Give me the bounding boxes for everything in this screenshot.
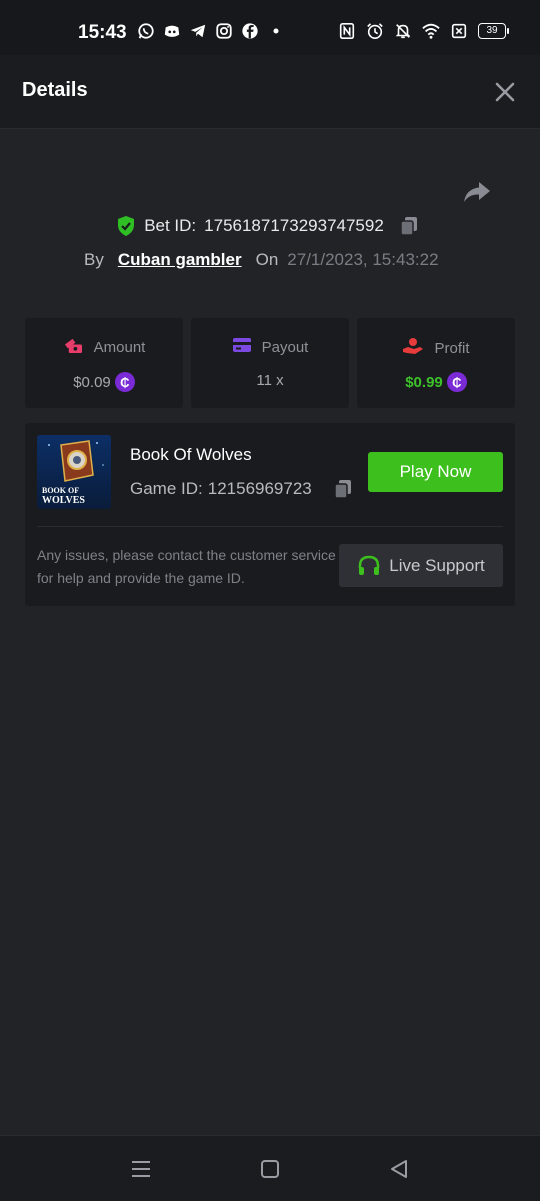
page-title: Details	[22, 79, 88, 101]
status-bar: 15:43 39	[0, 0, 540, 55]
game-thumbnail[interactable]: BOOK OF WOLVES	[37, 435, 111, 509]
notification-icons	[137, 22, 285, 40]
payout-label: Payout	[261, 338, 309, 356]
copy-bet-id-icon[interactable]	[398, 215, 420, 237]
amount-icon	[63, 337, 84, 358]
live-support-button[interactable]: Live Support	[339, 544, 503, 587]
game-id-value: 12156969723	[207, 479, 312, 498]
by-label: By	[84, 250, 104, 269]
payout-card: Payout 11 x	[191, 318, 349, 408]
close-icon[interactable]	[494, 81, 516, 103]
nfc-icon	[338, 22, 356, 40]
facebook-icon	[241, 22, 259, 40]
payout-value: 11 x	[256, 372, 284, 389]
whatsapp-icon	[137, 22, 155, 40]
details-header: Details	[0, 55, 540, 129]
on-label: On	[255, 250, 279, 269]
user-link[interactable]: Cuban gambler	[118, 250, 242, 270]
shield-check-icon	[116, 215, 136, 237]
home-icon[interactable]	[259, 1158, 281, 1180]
thumb-title-line1: BOOK OF	[42, 486, 79, 495]
system-icons: 39	[338, 22, 509, 40]
discord-icon	[163, 22, 181, 40]
profit-card: Profit $0.99 ₵	[357, 318, 515, 408]
game-name: Book Of Wolves	[130, 445, 252, 464]
profit-label: Profit	[434, 339, 470, 357]
divider	[37, 526, 503, 527]
alarm-icon	[366, 22, 384, 40]
bell-off-icon	[394, 22, 412, 40]
coin-icon: ₵	[446, 372, 467, 392]
share-icon[interactable]	[462, 179, 492, 205]
amount-label: Amount	[93, 339, 146, 356]
bet-id-row: Bet ID: 1756187173293747592	[0, 215, 540, 242]
instagram-icon	[215, 22, 233, 40]
play-now-button[interactable]: Play Now	[368, 452, 503, 492]
profit-value: $0.99	[405, 373, 443, 391]
game-id-row: Game ID: 12156969723	[130, 478, 354, 500]
status-time: 15:43	[78, 22, 127, 43]
stats-row: Amount $0.09 ₵ Payout 11 x Profit $0.99 …	[25, 318, 515, 408]
bet-meta-row: By Cuban gambler On 27/1/2023, 15:43:22	[84, 250, 439, 270]
sim-off-icon	[450, 22, 468, 40]
copy-game-id-icon[interactable]	[332, 478, 354, 500]
back-icon[interactable]	[388, 1158, 410, 1180]
menu-icon[interactable]	[130, 1158, 152, 1180]
bet-id-value: 1756187173293747592	[204, 216, 384, 235]
live-support-label: Live Support	[389, 555, 485, 575]
help-text: Any issues, please contact the customer …	[37, 547, 336, 586]
profit-icon	[402, 337, 424, 359]
battery-icon: 39	[478, 23, 509, 39]
amount-card: Amount $0.09 ₵	[25, 318, 183, 408]
bet-id-label: Bet ID:	[144, 216, 197, 235]
headset-icon	[357, 554, 381, 578]
amount-value: $0.09	[73, 373, 111, 391]
thumb-title-line2: WOLVES	[42, 495, 85, 506]
system-nav-bar	[0, 1135, 540, 1201]
wifi-icon	[422, 22, 440, 40]
card-icon	[232, 337, 252, 357]
telegram-icon	[189, 22, 207, 40]
dot-icon	[267, 22, 285, 40]
game-card: BOOK OF WOLVES Book Of Wolves Game ID: 1…	[25, 423, 515, 606]
coin-icon: ₵	[114, 372, 135, 392]
game-id-label: Game ID:	[130, 479, 203, 498]
bet-date: 27/1/2023, 15:43:22	[287, 250, 439, 269]
